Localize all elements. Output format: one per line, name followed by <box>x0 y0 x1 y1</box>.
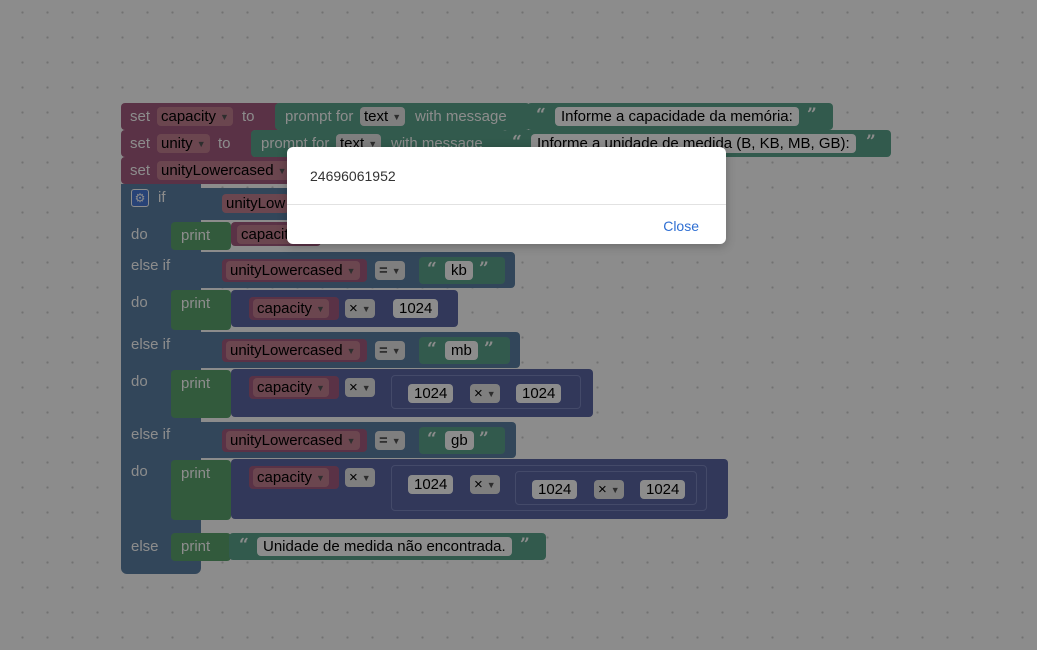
dialog-message: 24696061952 <box>310 168 396 184</box>
alert-dialog: 24696061952 Close <box>287 147 726 244</box>
close-button[interactable]: Close <box>663 218 699 234</box>
dialog-divider <box>287 204 726 205</box>
modal-backdrop[interactable] <box>0 0 1037 650</box>
